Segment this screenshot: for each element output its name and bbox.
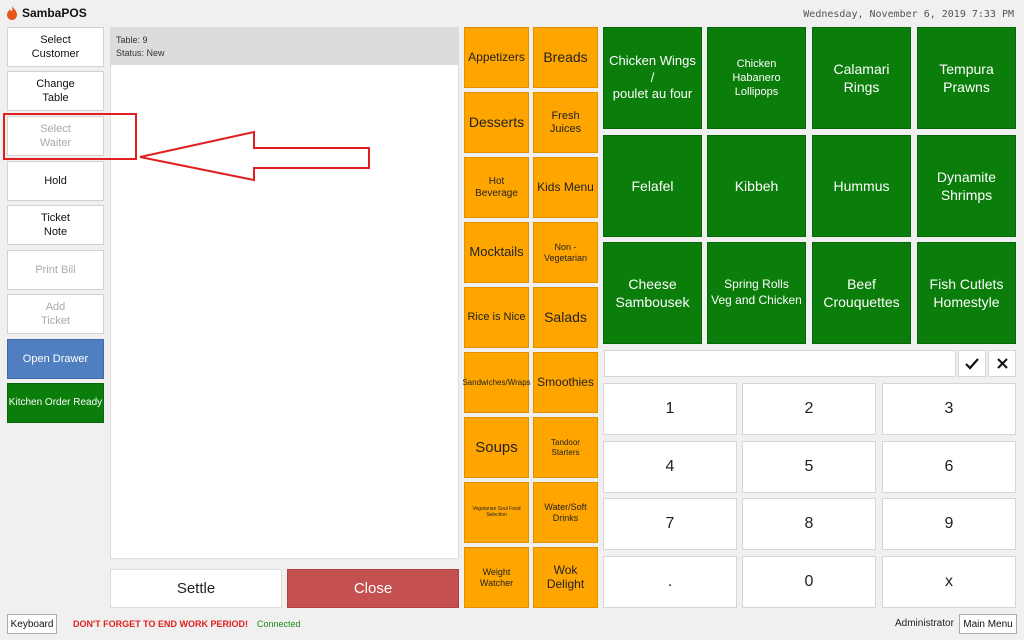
numpad-key-3[interactable]: 3 (882, 383, 1016, 435)
open-drawer-button[interactable]: Open Drawer (7, 339, 104, 379)
product-kibbeh[interactable]: Kibbeh (707, 135, 806, 237)
category-soups[interactable]: Soups (464, 417, 529, 478)
category-kids-menu[interactable]: Kids Menu (533, 157, 598, 218)
connection-status: Connected (257, 619, 301, 629)
numpad-key-1[interactable]: 1 (603, 383, 737, 435)
ticket-panel: Table: 9 Status: New (110, 27, 459, 559)
hold-button[interactable]: Hold (7, 161, 104, 201)
kitchen-order-ready-button[interactable]: Kitchen Order Ready (7, 383, 104, 423)
category-sandwiches-wraps[interactable]: Sandwiches/Wraps (462, 352, 531, 413)
numpad-key-dot[interactable]: . (603, 556, 737, 608)
confirm-button[interactable] (958, 350, 986, 377)
numpad-key-8[interactable]: 8 (742, 498, 876, 550)
product-dynamite-shrimps[interactable]: Dynamite Shrimps (917, 135, 1016, 237)
category-desserts[interactable]: Desserts (464, 92, 529, 153)
numpad-key-4[interactable]: 4 (603, 441, 737, 493)
category-wok-delight[interactable]: Wok Delight (533, 547, 598, 608)
datetime-display: Wednesday, November 6, 2019 7:33 PM (803, 9, 1014, 20)
keyboard-button[interactable]: Keyboard (7, 614, 57, 634)
cancel-button[interactable] (988, 350, 1016, 377)
ticket-note-button[interactable]: Ticket Note (7, 205, 104, 245)
category-vegetarian-soul-food[interactable]: Vegetarian Soul Food Selection (464, 482, 529, 543)
category-mocktails[interactable]: Mocktails (464, 222, 529, 283)
status-bar: Keyboard DON'T FORGET TO END WORK PERIOD… (0, 612, 1024, 640)
category-tandoor-starters[interactable]: Tandoor Starters (533, 417, 598, 478)
top-bar: SambaPOS Wednesday, November 6, 2019 7:3… (0, 0, 1024, 28)
category-weight-watcher[interactable]: Weight Watcher (464, 547, 529, 608)
product-fish-cutlets[interactable]: Fish Cutlets Homestyle (917, 242, 1016, 344)
category-water-soft-drinks[interactable]: Water/Soft Drinks (533, 482, 598, 543)
app-name: SambaPOS (22, 6, 87, 20)
current-user: Administrator (895, 618, 954, 629)
print-bill-button[interactable]: Print Bill (7, 250, 104, 290)
product-chicken-habanero-lollipops[interactable]: Chicken Habanero Lollipops (707, 27, 806, 129)
select-customer-button[interactable]: Select Customer (7, 27, 104, 67)
numpad-key-5[interactable]: 5 (742, 441, 876, 493)
product-felafel[interactable]: Felafel (603, 135, 702, 237)
check-icon (965, 357, 979, 370)
ticket-table-label: Table: 9 (116, 35, 148, 45)
product-beef-crouquettes[interactable]: Beef Crouquettes (812, 242, 911, 344)
category-breads[interactable]: Breads (533, 27, 598, 88)
product-chicken-wings[interactable]: Chicken Wings / poulet au four (603, 27, 702, 129)
change-table-button[interactable]: Change Table (7, 71, 104, 111)
product-hummus[interactable]: Hummus (812, 135, 911, 237)
ticket-status-label: Status: New (116, 48, 165, 58)
category-non-vegetarian[interactable]: Non -Vegetarian (533, 222, 598, 283)
ticket-header: Table: 9 Status: New (111, 28, 458, 65)
numpad-key-x[interactable]: x (882, 556, 1016, 608)
close-button[interactable]: Close (287, 569, 459, 608)
work-period-warning: DON'T FORGET TO END WORK PERIOD! (73, 619, 248, 629)
settle-button[interactable]: Settle (110, 569, 282, 608)
app-logo: SambaPOS (6, 6, 87, 20)
numpad-key-9[interactable]: 9 (882, 498, 1016, 550)
add-ticket-button[interactable]: Add Ticket (7, 294, 104, 334)
numpad-key-6[interactable]: 6 (882, 441, 1016, 493)
category-appetizers[interactable]: Appetizers (464, 27, 529, 88)
category-smoothies[interactable]: Smoothies (533, 352, 598, 413)
product-cheese-sambousek[interactable]: Cheese Sambousek (603, 242, 702, 344)
category-salads[interactable]: Salads (533, 287, 598, 348)
product-calamari-rings[interactable]: Calamari Rings (812, 27, 911, 129)
numpad-input[interactable] (604, 350, 956, 377)
close-icon (996, 358, 1008, 369)
numpad-key-7[interactable]: 7 (603, 498, 737, 550)
product-spring-rolls[interactable]: Spring Rolls Veg and Chicken (707, 242, 806, 344)
main-menu-button[interactable]: Main Menu (959, 614, 1017, 634)
select-waiter-button[interactable]: Select Waiter (7, 116, 104, 156)
numpad-key-2[interactable]: 2 (742, 383, 876, 435)
category-fresh-juices[interactable]: Fresh Juices (533, 92, 598, 153)
category-hot-beverage[interactable]: Hot Beverage (464, 157, 529, 218)
numpad-key-0[interactable]: 0 (742, 556, 876, 608)
category-rice-is-nice[interactable]: Rice is Nice (464, 287, 529, 348)
flame-icon (7, 6, 17, 20)
product-tempura-prawns[interactable]: Tempura Prawns (917, 27, 1016, 129)
